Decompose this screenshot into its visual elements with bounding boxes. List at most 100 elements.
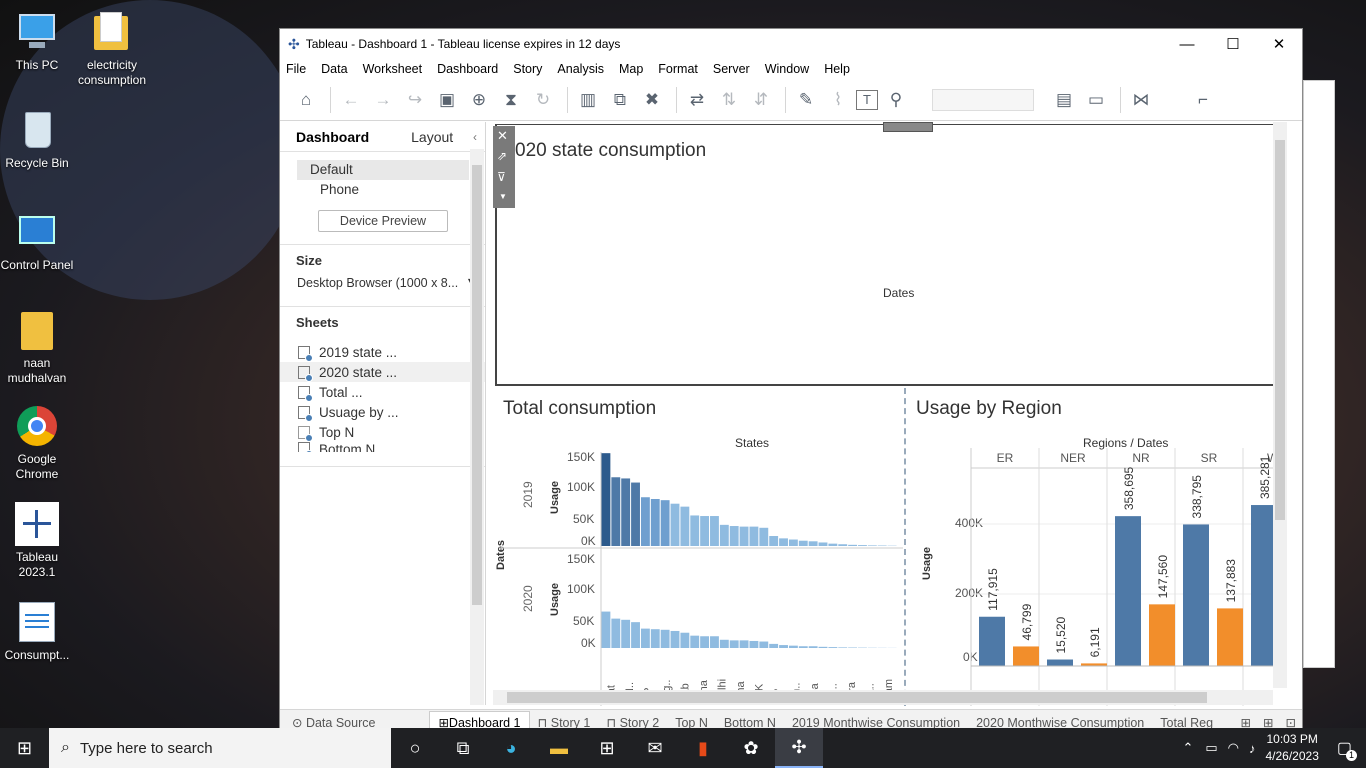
- menu-data[interactable]: Data: [321, 62, 347, 76]
- desktop-icon-label: Control Panel: [0, 258, 74, 272]
- duplicate-icon[interactable]: ⧉: [606, 86, 634, 114]
- desktop-icon-electricity-consumption[interactable]: electricity consumption: [75, 10, 149, 88]
- go-to-sheet-icon[interactable]: ⇗: [497, 149, 507, 163]
- desktop-icon-google-chrome[interactable]: Google Chrome: [0, 404, 74, 482]
- home-icon[interactable]: ⌂: [292, 86, 320, 114]
- office-icon[interactable]: ▮: [679, 728, 727, 768]
- refresh-icon[interactable]: ↻: [529, 86, 557, 114]
- sheet-item[interactable]: Total ...: [280, 382, 485, 402]
- start-button[interactable]: ⊞: [0, 728, 49, 768]
- task-view-icon[interactable]: ⧉: [439, 728, 487, 768]
- collapse-icon[interactable]: ‹: [473, 130, 477, 144]
- new-datasource-icon[interactable]: ⊕: [465, 86, 493, 114]
- size-select[interactable]: Desktop Browser (1000 x 8... ▼: [297, 276, 475, 290]
- save-icon[interactable]: ▣: [433, 86, 461, 114]
- show-me-icon[interactable]: ▤: [1050, 86, 1078, 114]
- menu-story[interactable]: Story: [513, 62, 542, 76]
- control-panel-icon: [15, 210, 59, 254]
- canvas-vertical-scrollbar[interactable]: [1273, 122, 1287, 688]
- data-label: 15,520: [1054, 616, 1068, 653]
- desktop-icon-label: Consumpt...: [4, 648, 70, 662]
- more-options-icon[interactable]: ▼: [499, 192, 507, 201]
- device-default[interactable]: Default: [297, 160, 469, 180]
- system-tray: ⌃ ▭ ◠ ♪ 10:03 PM 4/26/2023 ▢ 1: [1182, 731, 1366, 765]
- bar: [631, 482, 640, 546]
- cortana-icon[interactable]: ○: [391, 728, 439, 768]
- wifi-icon[interactable]: ◠: [1228, 740, 1239, 756]
- pin-icon[interactable]: ⚲: [882, 86, 910, 114]
- desktop-icon-recycle-bin[interactable]: Recycle Bin: [0, 108, 74, 171]
- store-icon[interactable]: ⊞: [583, 728, 631, 768]
- sheet-item[interactable]: 2019 state ...: [280, 342, 485, 362]
- file-explorer-icon[interactable]: ▬: [535, 728, 583, 768]
- bar: [788, 539, 798, 546]
- sheet-item[interactable]: Bottom N: [280, 442, 485, 452]
- show-labels-icon[interactable]: T: [856, 89, 878, 110]
- desktop-icon-consumption-file[interactable]: Consumpt...: [0, 600, 74, 663]
- menu-analysis[interactable]: Analysis: [557, 62, 604, 76]
- side-panel-scrollbar[interactable]: [470, 149, 484, 705]
- redo-icon[interactable]: ↪: [401, 86, 429, 114]
- sheet-item[interactable]: 2020 state ...: [280, 362, 485, 382]
- minimize-icon[interactable]: —: [1164, 29, 1210, 59]
- tab-dashboard[interactable]: Dashboard: [280, 129, 385, 145]
- format-painter-icon[interactable]: ⌐: [1189, 86, 1217, 114]
- highlight-icon[interactable]: ✎: [792, 86, 820, 114]
- menu-dashboard[interactable]: Dashboard: [437, 62, 498, 76]
- close-sheet-icon[interactable]: ✕: [497, 128, 508, 144]
- sheets-heading: Sheets: [296, 315, 339, 330]
- swap-icon[interactable]: ⇄: [683, 86, 711, 114]
- clock[interactable]: 10:03 PM 4/26/2023: [1265, 731, 1318, 765]
- attach-icon[interactable]: ⌇: [824, 86, 852, 114]
- chevron-up-icon[interactable]: ⌃: [1182, 740, 1193, 756]
- battery-icon[interactable]: ▭: [1205, 740, 1217, 756]
- menu-format[interactable]: Format: [658, 62, 698, 76]
- top-sheet-panel[interactable]: [495, 124, 1287, 386]
- clear-sheet-icon[interactable]: ✖: [638, 86, 666, 114]
- canvas-horizontal-scrollbar[interactable]: [493, 690, 1273, 705]
- menu-map[interactable]: Map: [619, 62, 643, 76]
- edge-icon[interactable]: ◕: [487, 728, 535, 768]
- sheet-icon: [298, 442, 313, 452]
- presentation-icon[interactable]: ▭: [1082, 86, 1110, 114]
- maximize-icon[interactable]: ☐: [1210, 29, 1256, 59]
- menu-file[interactable]: File: [286, 62, 306, 76]
- paint-icon[interactable]: ✿: [727, 728, 775, 768]
- new-worksheet-icon[interactable]: ▥: [574, 86, 602, 114]
- desktop-icon-this-pc[interactable]: This PC: [0, 10, 74, 73]
- mail-icon[interactable]: ✉: [631, 728, 679, 768]
- forward-icon[interactable]: →: [369, 86, 397, 114]
- share-icon[interactable]: ⋈: [1127, 86, 1155, 114]
- device-phone[interactable]: Phone: [320, 180, 485, 200]
- volume-icon[interactable]: ♪: [1249, 741, 1256, 756]
- bar: [759, 641, 769, 648]
- tableau-taskbar-icon[interactable]: ✣: [775, 728, 823, 768]
- sheet-icon: [298, 365, 313, 382]
- sheet-icon: [298, 425, 313, 442]
- desktop-icon-naan-mudhalvan[interactable]: naan mudhalvan: [0, 308, 74, 386]
- toolbar: ⌂ ← → ↪ ▣ ⊕ ⧗ ↻ ▥ ⧉ ✖ ⇄ ⇅ ⇵ ✎ ⌇ T ⚲ ▤ ▭ …: [280, 79, 1302, 121]
- sheet-item[interactable]: Usuage by ...: [280, 402, 485, 422]
- sort-desc-icon[interactable]: ⇵: [747, 86, 775, 114]
- bar: [601, 611, 611, 648]
- menu-help[interactable]: Help: [824, 62, 850, 76]
- notification-icon[interactable]: ▢ 1: [1337, 738, 1357, 761]
- close-icon[interactable]: ✕: [1256, 29, 1302, 59]
- menu-worksheet[interactable]: Worksheet: [363, 62, 423, 76]
- back-icon[interactable]: ←: [337, 86, 365, 114]
- desktop-icon-tableau[interactable]: Tableau 2023.1: [0, 502, 74, 580]
- desktop-icon-control-panel[interactable]: Control Panel: [0, 210, 74, 273]
- menu-server[interactable]: Server: [713, 62, 750, 76]
- bar: [611, 477, 621, 546]
- menu-window[interactable]: Window: [765, 62, 809, 76]
- filter-icon[interactable]: ⊽: [497, 170, 506, 184]
- search-box[interactable]: ⌕ Type here to search: [49, 728, 391, 768]
- pause-updates-icon[interactable]: ⧗: [497, 86, 525, 114]
- sheet-item[interactable]: Top N: [280, 422, 485, 442]
- drag-handle[interactable]: [883, 122, 933, 132]
- background-window[interactable]: [1303, 80, 1335, 668]
- sort-asc-icon[interactable]: ⇅: [715, 86, 743, 114]
- device-preview-button[interactable]: Device Preview: [318, 210, 448, 232]
- tab-layout[interactable]: Layout: [395, 129, 469, 145]
- fit-dropdown[interactable]: [932, 88, 1034, 111]
